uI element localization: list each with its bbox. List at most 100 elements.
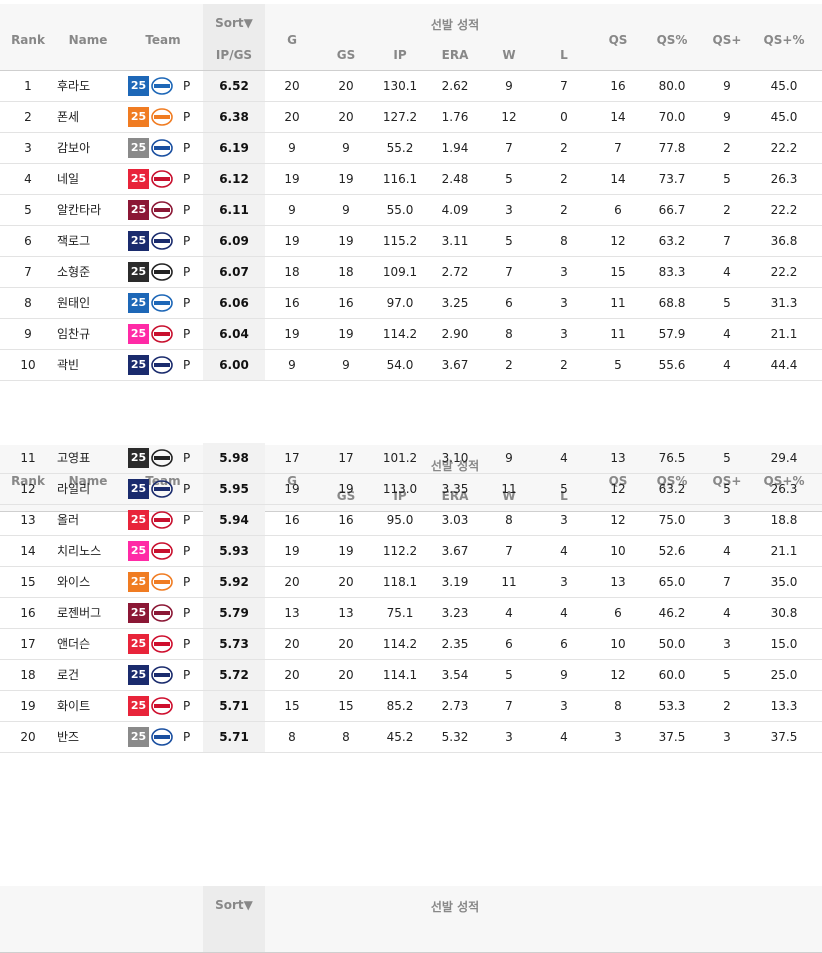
player-name[interactable]: 곽빈 [57,350,79,380]
position: P [183,699,191,713]
player-name[interactable]: 치리노스 [57,536,101,566]
header-qs-plus[interactable]: QS+ [713,33,742,47]
cell-qs: 10 [610,544,626,558]
cell-l: 7 [560,79,568,93]
cell-ip: 116.1 [382,172,418,186]
cell-qs-plus: 4 [723,606,731,620]
player-name[interactable]: 원태인 [57,288,90,318]
team-year-badge: 25 [128,603,149,623]
player-name[interactable]: 화이트 [57,691,90,721]
eagles-logo-icon [151,108,173,126]
player-name[interactable]: 후라도 [57,71,90,101]
cell-qs-plus: 7 [723,575,731,589]
cell-w: 8 [505,327,513,341]
cell-era: 2.62 [441,79,469,93]
table-row[interactable]: 25 알칸타라 P 6.11 5 9 9 55.0 4.09 3 2 6 66.7 2 22.2 [0,195,822,226]
cell-rank: 1 [24,79,32,93]
player-name[interactable]: 로건 [57,660,79,690]
cell-qs-plus: 4 [723,265,731,279]
cell-qs: 12 [610,513,626,527]
position: P [183,296,191,310]
position: P [183,575,191,589]
cell-l: 2 [560,203,568,217]
table-row[interactable]: 25 감보아 P 6.19 3 9 9 55.2 1.94 7 2 7 77.8 2 22.2 [0,133,822,164]
player-name[interactable]: 반즈 [57,722,79,752]
player-name[interactable]: 고영표 [57,443,90,473]
cell-qs-pct: 63.2 [658,234,686,248]
cell-ip: 109.1 [382,265,418,279]
player-name[interactable]: 폰세 [57,102,79,132]
sort-button[interactable]: Sort▼ [215,898,253,912]
header-qs-pct[interactable]: QS% [657,33,688,47]
cell-qs-plus-pct: 22.2 [770,203,798,217]
cell-gs: 19 [338,172,354,186]
table-row[interactable]: 25 올러 P 5.94 13 16 16 95.0 3.03 8 3 12 75.0 3 18.8 [0,505,822,536]
cell-l: 9 [560,668,568,682]
cell-gs: 13 [338,606,354,620]
header-gs[interactable]: GS [337,48,356,62]
table-row[interactable]: 25 라일리 P 5.95 12 19 19 113.0 3.35 11 5 12 63.2 5 26.3 [0,474,822,505]
player-name[interactable]: 앤더슨 [57,629,90,659]
cell-qs-pct: 66.7 [658,203,686,217]
player-name[interactable]: 로젠버그 [57,598,101,628]
table-row[interactable]: 25 고영표 P 5.98 11 17 17 101.2 3.10 9 4 13 76.5 5 29.4 [0,443,822,474]
player-name[interactable]: 네일 [57,164,79,194]
cell-rank: 14 [20,544,36,558]
header-qs[interactable]: QS [609,33,628,47]
header-ip[interactable]: IP [393,48,406,62]
header-w[interactable]: W [502,48,515,62]
player-name[interactable]: 잭로그 [57,226,90,256]
table-row[interactable]: 25 치리노스 P 5.93 14 19 19 112.2 3.67 7 4 10 52.6 4 21.1 [0,536,822,567]
lions-logo-icon [151,139,173,157]
cell-gs: 8 [342,730,350,744]
table-row[interactable]: 25 앤더슨 P 5.73 17 20 20 114.2 2.35 6 6 10 50.0 3 15.0 [0,629,822,660]
cell-qs-pct: 46.2 [658,606,686,620]
cell-qs: 5 [614,358,622,372]
cell-l: 3 [560,296,568,310]
header-g[interactable]: G [287,33,297,47]
table-row[interactable]: 25 임찬규 P 6.04 9 19 19 114.2 2.90 8 3 11 57.9 4 21.1 [0,319,822,350]
table-row[interactable]: 25 반즈 P 5.71 20 8 8 45.2 5.32 3 4 3 37.5 3 37.5 [0,722,822,753]
cell-ip: 113.0 [382,482,418,496]
sort-button[interactable]: Sort▼ [215,16,253,30]
player-name[interactable]: 라일리 [57,474,90,504]
player-name[interactable]: 알칸타라 [57,195,101,225]
table-row[interactable]: 25 폰세 P 6.38 2 20 20 127.2 1.76 12 0 14 70.0 9 45.0 [0,102,822,133]
cell-qs-plus: 3 [723,637,731,651]
table-row[interactable]: 25 후라도 P 6.52 1 20 20 130.1 2.62 9 7 16 80.0 9 45.0 [0,71,822,102]
cell-gs: 15 [338,699,354,713]
header-era[interactable]: ERA [442,48,469,62]
player-name[interactable]: 감보아 [57,133,90,163]
table-row[interactable]: 25 소형준 P 6.07 7 18 18 109.1 2.72 7 3 15 83.3 4 22.2 [0,257,822,288]
cell-l: 3 [560,327,568,341]
table-row[interactable]: 25 와이스 P 5.92 15 20 20 118.1 3.19 11 3 13 65.0 7 35.0 [0,567,822,598]
cell-w: 8 [505,513,513,527]
cell-qs-plus: 5 [723,668,731,682]
team-year-badge: 25 [128,324,149,344]
table-row[interactable]: 25 잭로그 P 6.09 6 19 19 115.2 3.11 5 8 12 63.2 7 36.8 [0,226,822,257]
player-name[interactable]: 와이스 [57,567,90,597]
ipgs-value: 6.00 [219,358,249,372]
header-qs-plus-pct[interactable]: QS+% [764,33,805,47]
header-l[interactable]: L [560,48,568,62]
cell-era: 3.67 [441,544,469,558]
twins-logo-icon [151,542,173,560]
cell-w: 11 [501,482,517,496]
cell-rank: 12 [20,482,36,496]
player-name[interactable]: 임찬규 [57,319,90,349]
table-row[interactable]: 25 곽빈 P 6.00 10 9 9 54.0 3.67 2 2 5 55.6 4 44.4 [0,350,822,381]
table-row[interactable]: 25 로건 P 5.72 18 20 20 114.1 3.54 5 9 12 60.0 5 25.0 [0,660,822,691]
cell-qs-plus: 9 [723,79,731,93]
table-row[interactable]: 25 원태인 P 6.06 8 16 16 97.0 3.25 6 3 11 68.8 5 31.3 [0,288,822,319]
team-year-badge: 25 [128,262,149,282]
table-row[interactable]: 25 로젠버그 P 5.79 16 13 13 75.1 3.23 4 4 6 46.2 4 30.8 [0,598,822,629]
table-row[interactable]: 25 네일 P 6.12 4 19 19 116.1 2.48 5 2 14 73.7 5 26.3 [0,164,822,195]
cell-l: 3 [560,699,568,713]
player-name[interactable]: 올러 [57,505,79,535]
table-row[interactable]: 25 화이트 P 5.71 19 15 15 85.2 2.73 7 3 8 53.3 2 13.3 [0,691,822,722]
cell-qs: 13 [610,451,626,465]
player-name[interactable]: 소형준 [57,257,90,287]
cell-qs-plus-pct: 30.8 [770,606,798,620]
cell-g: 13 [284,606,300,620]
header-ipgs[interactable]: IP/GS [216,48,252,62]
